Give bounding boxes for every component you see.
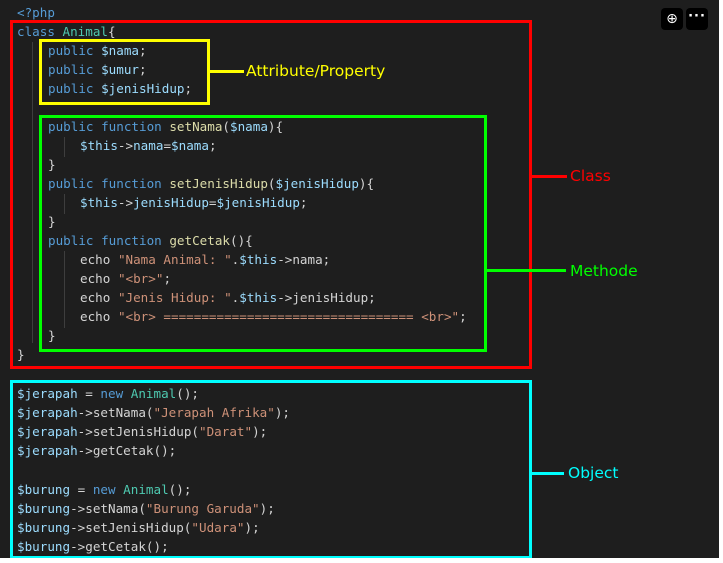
- object-label: Object: [568, 464, 619, 482]
- method-label: Methode: [570, 262, 638, 280]
- object-box: [10, 380, 532, 558]
- class-label: Class: [570, 167, 611, 185]
- more-options-button[interactable]: ···: [686, 8, 708, 30]
- property-label: Attribute/Property: [246, 62, 386, 80]
- method-box: [39, 115, 487, 352]
- property-box: [39, 39, 210, 105]
- property-connector: [210, 70, 244, 73]
- download-button[interactable]: ⊕: [661, 8, 683, 30]
- more-options-icon: ···: [688, 8, 706, 24]
- class-connector: [532, 175, 567, 178]
- object-connector: [532, 472, 564, 475]
- code-screenshot: <?php class Animal{ public $nama; public…: [0, 0, 719, 558]
- download-icon: ⊕: [666, 11, 678, 27]
- method-connector: [487, 269, 566, 272]
